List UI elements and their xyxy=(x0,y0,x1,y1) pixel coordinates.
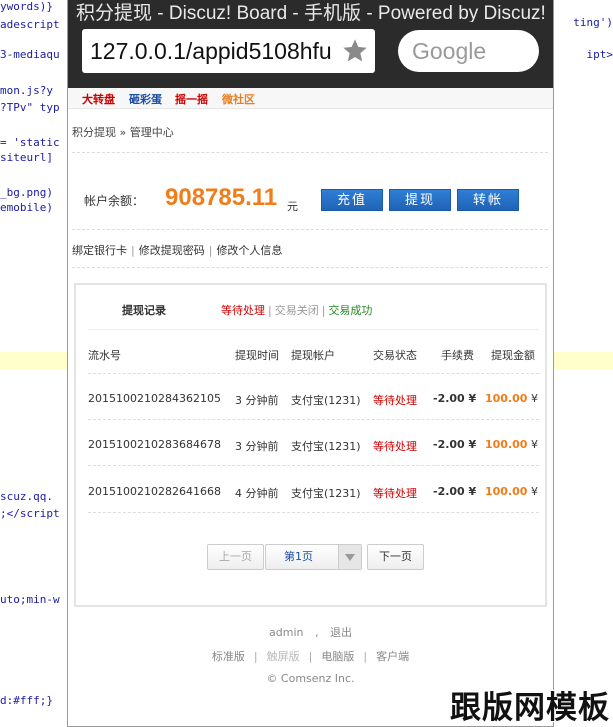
code-line: mon.js?y xyxy=(0,84,53,97)
breadcrumb[interactable]: 积分提现 » 管理中心 xyxy=(72,124,174,140)
row-fee: -2.00 ¥ xyxy=(433,438,476,451)
balance-label: 帐户余额： xyxy=(84,192,144,209)
divider xyxy=(88,512,539,513)
row-status: 等待处理 xyxy=(373,485,417,501)
row-amount-value: 100.00 xyxy=(485,438,527,451)
row-time: 3 分钟前 xyxy=(235,438,279,454)
divider xyxy=(88,373,539,374)
column-header-status: 交易状态 xyxy=(373,347,417,363)
account-links: 绑定银行卡|修改提现密码|修改个人信息 xyxy=(72,242,282,258)
withdraw-records-panel: 提现记录 等待处理|交易关闭|交易成功 流水号 提现时间 提现帐户 交易状态 手… xyxy=(74,283,547,607)
code-line: 3-mediaqu xyxy=(0,48,60,61)
chevron-down-icon xyxy=(338,545,361,569)
code-line: emobile) xyxy=(0,201,53,214)
row-account: 支付宝(1231) xyxy=(291,438,361,454)
page-select-value: 第1页 xyxy=(284,550,313,563)
transfer-button[interactable]: 转帐 xyxy=(457,189,519,211)
row-serial: 2015100210284362105 xyxy=(88,392,221,405)
recharge-button[interactable]: 充值 xyxy=(321,189,383,211)
column-header-account: 提现帐户 xyxy=(291,347,335,363)
code-line: ywords)} xyxy=(0,0,53,13)
divider xyxy=(88,419,539,420)
panel-title: 提现记录 xyxy=(122,302,166,318)
row-currency: ¥ xyxy=(531,438,538,451)
mobile-emulator-window: 积分提现 - Discuz! Board - 手机版 - Powered by … xyxy=(68,0,553,726)
code-line: ?TPv" typ xyxy=(0,101,60,114)
row-status: 等待处理 xyxy=(373,438,417,454)
row-time: 4 分钟前 xyxy=(235,485,279,501)
row-time: 3 分钟前 xyxy=(235,392,279,408)
address-bar[interactable]: 127.0.0.1/appid5108hfu xyxy=(82,29,375,73)
client-link[interactable]: 客户端 xyxy=(376,650,409,663)
column-header-serial: 流水号 xyxy=(88,347,121,363)
code-line: siteurl] xyxy=(0,151,53,164)
row-amount: 100.00 ¥ xyxy=(485,438,538,451)
column-header-amount: 提现金额 xyxy=(491,347,535,363)
touch-version-link[interactable]: 触屏版 xyxy=(267,650,300,663)
row-amount: 100.00 ¥ xyxy=(485,392,538,405)
desktop-version-link[interactable]: 电脑版 xyxy=(321,650,354,663)
code-line: scuz.qq. xyxy=(0,490,53,503)
row-account: 支付宝(1231) xyxy=(291,485,361,501)
row-fee: -2.00 ¥ xyxy=(433,485,476,498)
edit-profile-link[interactable]: 修改个人信息 xyxy=(216,244,282,257)
row-status: 等待处理 xyxy=(373,392,417,408)
balance-unit: 元 xyxy=(287,198,298,214)
quicknav-item-wheel[interactable]: 大转盘 xyxy=(82,91,115,107)
row-fee: -2.00 ¥ xyxy=(433,392,476,405)
quicknav-item-community[interactable]: 微社区 xyxy=(222,91,255,107)
code-line: = 'static xyxy=(0,136,60,149)
code-line: adescript xyxy=(0,18,60,31)
column-header-fee: 手续费 xyxy=(441,347,474,363)
browser-toolbar: 积分提现 - Discuz! Board - 手机版 - Powered by … xyxy=(68,0,553,88)
footer-version-links: 标准版|触屏版|电脑版|客户端 xyxy=(68,648,553,664)
quicknav-item-eggs[interactable]: 砸彩蛋 xyxy=(129,91,162,107)
balance-value: 908785.11 xyxy=(165,184,277,212)
row-amount-value: 100.00 xyxy=(485,392,527,405)
divider xyxy=(72,152,548,153)
divider xyxy=(72,267,548,268)
bind-bank-card-link[interactable]: 绑定银行卡 xyxy=(72,244,127,257)
page-content: 大转盘 砸彩蛋 摇一摇 微社区 积分提现 » 管理中心 帐户余额： 908785… xyxy=(68,88,553,726)
code-line: _bg.png) xyxy=(0,186,53,199)
code-line: ;</script xyxy=(0,507,60,520)
code-line: ting') xyxy=(573,16,613,29)
row-amount-value: 100.00 xyxy=(485,485,527,498)
divider xyxy=(88,465,539,466)
divider xyxy=(88,329,539,330)
code-line: ipt> xyxy=(587,48,613,61)
row-amount: 100.00 ¥ xyxy=(485,485,538,498)
filter-success[interactable]: 交易成功 xyxy=(328,304,372,317)
quicknav-item-shake[interactable]: 摇一摇 xyxy=(175,91,208,107)
code-line: uto;min-w xyxy=(0,593,60,606)
search-input[interactable]: Google xyxy=(398,30,539,72)
code-line: d:#fff;} xyxy=(0,694,53,707)
page-select[interactable]: 第1页 xyxy=(265,544,362,570)
bookmark-star-icon[interactable] xyxy=(341,37,369,65)
change-withdraw-password-link[interactable]: 修改提现密码 xyxy=(139,244,205,257)
prev-page-button[interactable]: 上一页 xyxy=(207,544,264,570)
url-text: 127.0.0.1/appid5108hfu xyxy=(90,29,340,73)
filter-pending[interactable]: 等待处理 xyxy=(221,304,265,317)
filter-closed[interactable]: 交易关闭 xyxy=(275,304,319,317)
footer-username[interactable]: admin xyxy=(269,626,303,639)
row-serial: 2015100210283684678 xyxy=(88,438,221,451)
quick-nav-bar: 大转盘 砸彩蛋 摇一摇 微社区 xyxy=(68,88,553,109)
withdraw-button[interactable]: 提现 xyxy=(389,189,451,211)
window-title: 积分提现 - Discuz! Board - 手机版 - Powered by … xyxy=(76,0,553,22)
row-serial: 2015100210282641668 xyxy=(88,485,221,498)
column-header-time: 提现时间 xyxy=(235,347,279,363)
watermark-text: 跟版网模板 xyxy=(450,682,610,727)
standard-version-link[interactable]: 标准版 xyxy=(212,650,245,663)
row-account: 支付宝(1231) xyxy=(291,392,361,408)
status-filter-tabs: 等待处理|交易关闭|交易成功 xyxy=(221,302,372,318)
logout-link[interactable]: 退出 xyxy=(330,626,352,639)
row-currency: ¥ xyxy=(531,392,538,405)
divider xyxy=(72,229,548,230)
next-page-button[interactable]: 下一页 xyxy=(367,544,424,570)
footer-user-line: admin , 退出 xyxy=(68,624,553,640)
row-currency: ¥ xyxy=(531,485,538,498)
